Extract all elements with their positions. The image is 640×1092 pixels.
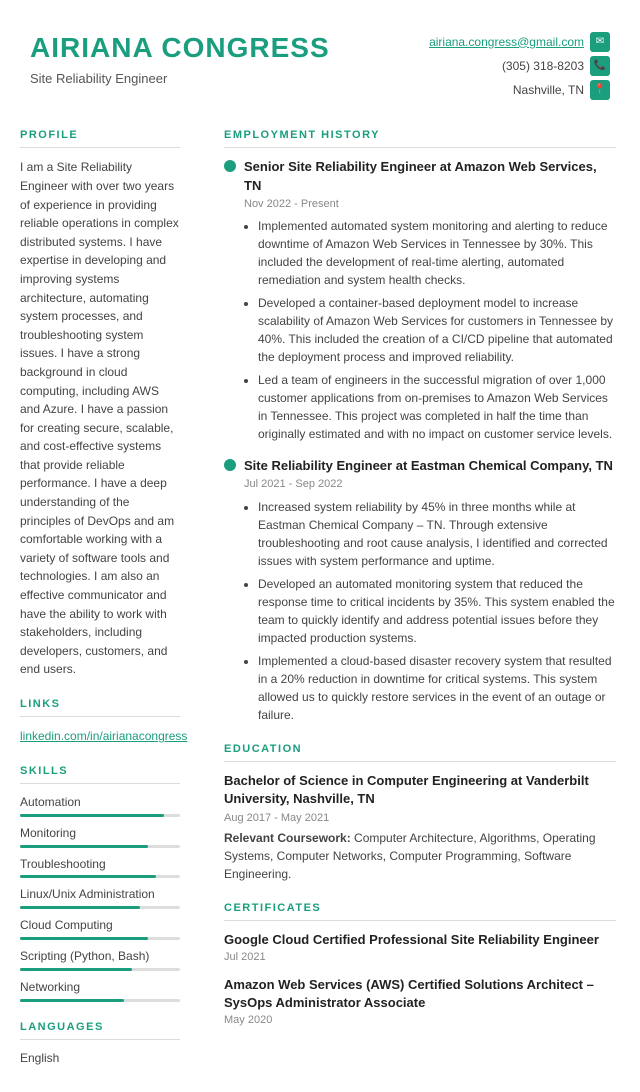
skill-bar-fill <box>20 937 148 940</box>
skills-list: Automation Monitoring Troubleshooting Li… <box>20 794 180 1002</box>
skill-item: Cloud Computing <box>20 917 180 940</box>
skill-bar-bg <box>20 875 180 878</box>
coursework-label: Relevant Coursework: <box>224 831 351 845</box>
job-bullet: Developed a container-based deployment m… <box>258 294 616 366</box>
left-column: PROFILE I am a Site Reliability Engineer… <box>0 118 200 1092</box>
skills-section-title: SKILLS <box>20 764 180 784</box>
cert-title: Amazon Web Services (AWS) Certified Solu… <box>224 976 616 1012</box>
link-item: linkedin.com/in/airianacongress <box>20 727 180 745</box>
job-bullet: Implemented automated system monitoring … <box>258 217 616 289</box>
candidate-name: AIRIANA CONGRESS <box>30 28 330 67</box>
cert-title: Google Cloud Certified Professional Site… <box>224 931 616 949</box>
education-section-title: EDUCATION <box>224 742 616 762</box>
skill-bar-fill <box>20 845 148 848</box>
header-left: AIRIANA CONGRESS Site Reliability Engine… <box>30 28 330 88</box>
job-title: Senior Site Reliability Engineer at Amaz… <box>244 158 616 194</box>
skill-bar-bg <box>20 968 180 971</box>
phone-row: (305) 318-8203 📞 <box>502 56 610 76</box>
links-section-title: LINKS <box>20 697 180 717</box>
job-dot <box>224 160 236 172</box>
skill-bar-bg <box>20 814 180 817</box>
header-right: airiana.congress@gmail.com ✉ (305) 318-8… <box>429 28 610 100</box>
job-bullet: Led a team of engineers in the successfu… <box>258 371 616 443</box>
location-icon: 📍 <box>590 80 610 100</box>
edu-coursework: Relevant Coursework: Computer Architectu… <box>224 829 616 883</box>
cert-date: May 2020 <box>224 1013 616 1028</box>
job-bullets: Implemented automated system monitoring … <box>244 217 616 443</box>
language-item: English <box>20 1050 180 1067</box>
job-item: Senior Site Reliability Engineer at Amaz… <box>224 158 616 443</box>
cert-item: Google Cloud Certified Professional Site… <box>224 931 616 966</box>
skill-name: Automation <box>20 794 180 811</box>
main-layout: PROFILE I am a Site Reliability Engineer… <box>0 118 640 1092</box>
skill-item: Linux/Unix Administration <box>20 886 180 909</box>
skill-item: Troubleshooting <box>20 856 180 879</box>
cert-item: Amazon Web Services (AWS) Certified Solu… <box>224 976 616 1029</box>
skill-bar-bg <box>20 937 180 940</box>
skill-item: Scripting (Python, Bash) <box>20 948 180 971</box>
skill-item: Automation <box>20 794 180 817</box>
job-bullet: Developed an automated monitoring system… <box>258 575 616 647</box>
job-title-row: Senior Site Reliability Engineer at Amaz… <box>224 158 616 194</box>
job-title-row: Site Reliability Engineer at Eastman Che… <box>224 457 616 475</box>
links-list: linkedin.com/in/airianacongress <box>20 727 180 745</box>
skill-name: Linux/Unix Administration <box>20 886 180 903</box>
job-title: Site Reliability Engineer at Eastman Che… <box>244 457 613 475</box>
job-item: Site Reliability Engineer at Eastman Che… <box>224 457 616 724</box>
job-bullet: Implemented a cloud-based disaster recov… <box>258 652 616 724</box>
skill-name: Cloud Computing <box>20 917 180 934</box>
education-block: Bachelor of Science in Computer Engineer… <box>224 772 616 883</box>
languages-section-title: LANGUAGES <box>20 1020 180 1040</box>
phone-icon: 📞 <box>590 56 610 76</box>
certificates-list: Google Cloud Certified Professional Site… <box>224 931 616 1028</box>
skill-item: Monitoring <box>20 825 180 848</box>
certificates-section-title: CERTIFICATES <box>224 901 616 921</box>
employment-list: Senior Site Reliability Engineer at Amaz… <box>224 158 616 723</box>
skill-bar-bg <box>20 906 180 909</box>
skill-name: Monitoring <box>20 825 180 842</box>
linkedin-link[interactable]: linkedin.com/in/airianacongress <box>20 729 187 743</box>
job-bullets: Increased system reliability by 45% in t… <box>244 498 616 724</box>
email-text[interactable]: airiana.congress@gmail.com <box>429 34 584 51</box>
resume-page: AIRIANA CONGRESS Site Reliability Engine… <box>0 0 640 1092</box>
right-column: EMPLOYMENT HISTORY Senior Site Reliabili… <box>200 118 640 1092</box>
skill-bar-fill <box>20 999 124 1002</box>
edu-dates: Aug 2017 - May 2021 <box>224 811 616 826</box>
skill-item: Networking <box>20 979 180 1002</box>
skill-bar-bg <box>20 845 180 848</box>
candidate-title: Site Reliability Engineer <box>30 70 330 88</box>
skill-bar-fill <box>20 875 156 878</box>
skill-bar-bg <box>20 999 180 1002</box>
job-dot <box>224 459 236 471</box>
job-dates: Jul 2021 - Sep 2022 <box>244 477 616 492</box>
location-text: Nashville, TN <box>513 82 584 99</box>
skill-name: Troubleshooting <box>20 856 180 873</box>
profile-section-title: PROFILE <box>20 128 180 148</box>
cert-date: Jul 2021 <box>224 950 616 965</box>
location-row: Nashville, TN 📍 <box>513 80 610 100</box>
profile-text: I am a Site Reliability Engineer with ov… <box>20 158 180 679</box>
skill-bar-fill <box>20 906 140 909</box>
employment-section-title: EMPLOYMENT HISTORY <box>224 128 616 148</box>
phone-text: (305) 318-8203 <box>502 58 584 75</box>
job-bullet: Increased system reliability by 45% in t… <box>258 498 616 570</box>
header: AIRIANA CONGRESS Site Reliability Engine… <box>0 0 640 118</box>
email-icon: ✉ <box>590 32 610 52</box>
skill-bar-fill <box>20 968 132 971</box>
skill-name: Scripting (Python, Bash) <box>20 948 180 965</box>
skill-name: Networking <box>20 979 180 996</box>
skill-bar-fill <box>20 814 164 817</box>
job-dates: Nov 2022 - Present <box>244 197 616 212</box>
email-row: airiana.congress@gmail.com ✉ <box>429 32 610 52</box>
edu-degree: Bachelor of Science in Computer Engineer… <box>224 772 616 808</box>
